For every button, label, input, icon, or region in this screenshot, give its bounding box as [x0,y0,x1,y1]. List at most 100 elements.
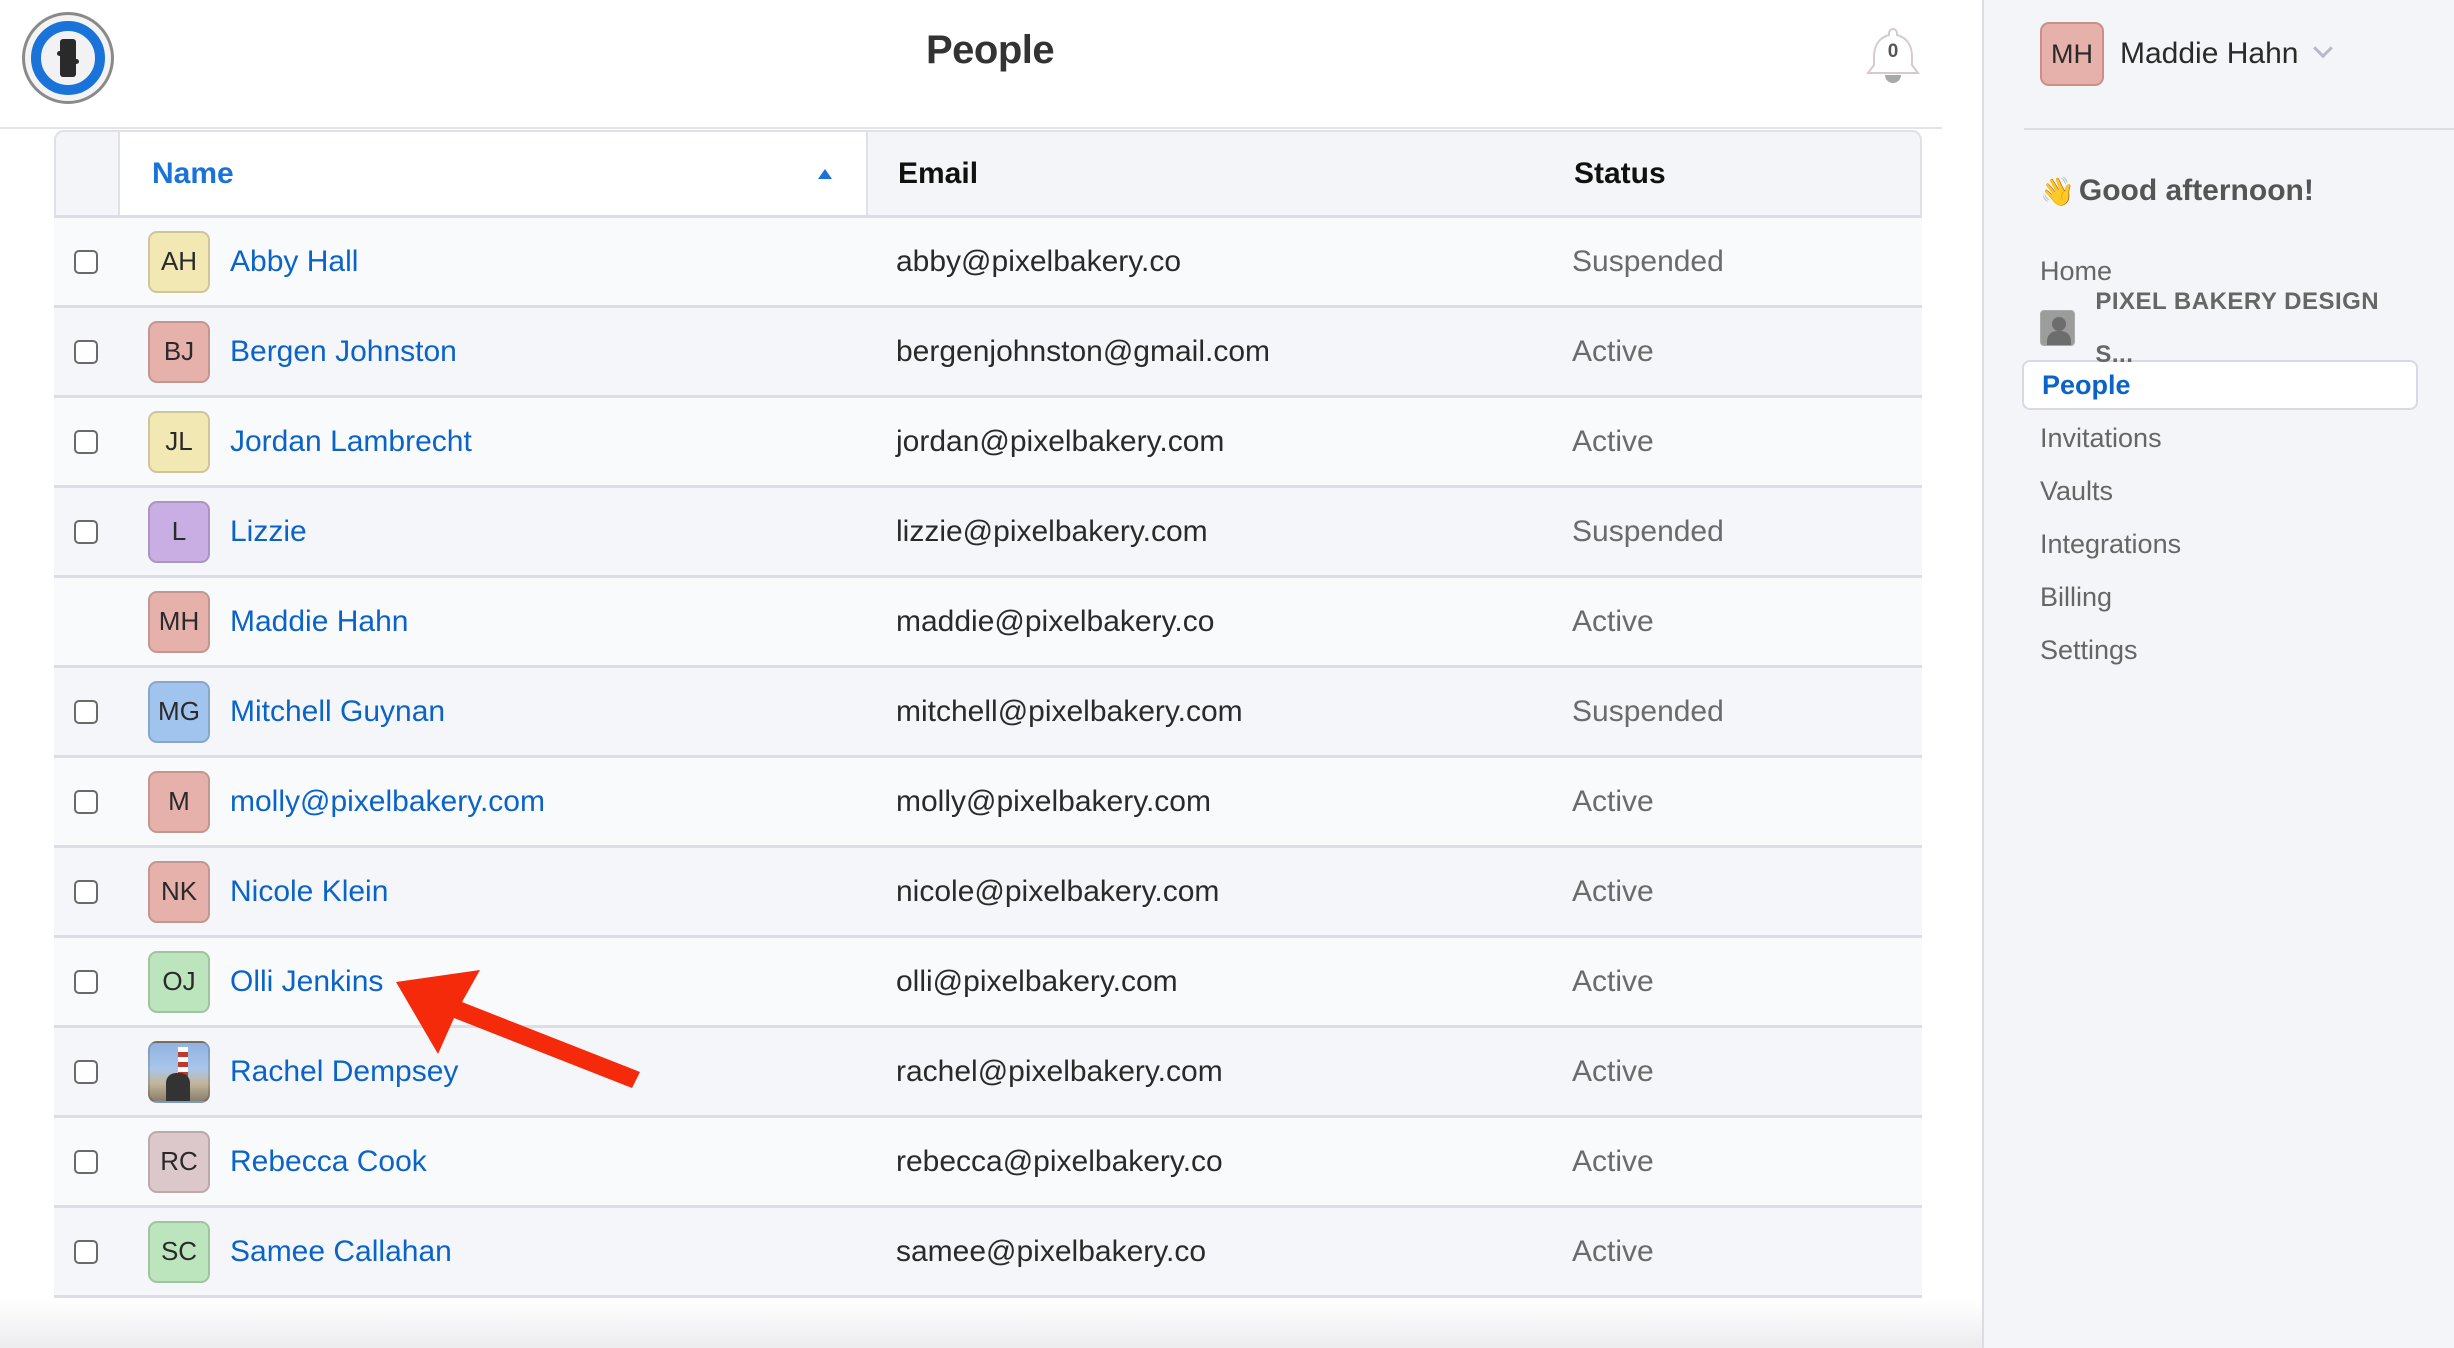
email-cell: lizzie@pixelbakery.com [896,514,1208,548]
sidebar-nav: Home PIXEL BAKERY DESIGN S... People Invita… [2022,245,2418,677]
person-name-link[interactable]: Rebecca Cook [230,1145,427,1179]
waving-hand-icon: 👋 [2040,175,2075,207]
person-name-link[interactable]: Lizzie [230,515,307,549]
row-checkbox[interactable] [74,249,98,274]
select-cell [54,1149,118,1174]
org-name: PIXEL BAKERY DESIGN S... [2095,288,2380,368]
avatar: L [148,500,210,563]
person-name-link[interactable]: Abby Hall [230,245,358,279]
table-body: AH Abby Hall abby@pixelbakery.co Suspend… [54,218,1922,1298]
row-checkbox[interactable] [74,699,98,724]
select-cell [54,429,118,454]
select-cell [54,1239,118,1264]
name-column-header[interactable]: Name [120,132,868,215]
email-cell: mitchell@pixelbakery.com [896,694,1243,728]
sidebar-item-invitations[interactable]: Invitations [2022,412,2418,465]
divider [2024,128,2454,130]
row-checkbox[interactable] [74,519,98,544]
table-header: Name Email Status [54,130,1922,218]
avatar-photo [148,1040,210,1103]
avatar: M [148,770,210,833]
select-cell [54,969,118,994]
person-name-link[interactable]: Bergen Johnston [230,335,457,369]
status-cell: Active [1572,1054,1654,1088]
select-cell [54,249,118,274]
1password-logo-icon[interactable] [22,12,114,104]
row-checkbox[interactable] [74,1059,98,1084]
user-menu[interactable]: MH Maddie Hahn [2040,22,2334,86]
avatar: BJ [148,320,210,383]
status-column-header[interactable]: Status [1574,132,1920,215]
sidebar-org-header[interactable]: PIXEL BAKERY DESIGN S... [2022,288,2418,368]
row-checkbox[interactable] [74,1239,98,1264]
select-cell [54,879,118,904]
name-cell: BJ Bergen Johnston [118,320,866,383]
notifications-button[interactable]: 0 [1864,25,1922,85]
email-column-header[interactable]: Email [868,132,1574,215]
name-cell: L Lizzie [118,500,866,563]
status-cell: Active [1572,1144,1654,1178]
avatar: RC [148,1130,210,1193]
status-cell: Active [1572,1234,1654,1268]
table-row: AH Abby Hall abby@pixelbakery.co Suspend… [54,218,1922,308]
name-cell: AH Abby Hall [118,230,866,293]
people-table: Name Email Status AH Abby Hall abby@pixe… [54,130,1922,1298]
status-cell: Suspended [1572,244,1724,278]
email-cell: olli@pixelbakery.com [896,964,1178,998]
table-row: MG Mitchell Guynan mitchell@pixelbakery.… [54,668,1922,758]
page-title: People [926,28,1055,72]
select-cell [54,699,118,724]
name-cell: OJ Olli Jenkins [118,950,866,1013]
name-cell: M molly@pixelbakery.com [118,770,866,833]
sidebar-item-vaults[interactable]: Vaults [2022,465,2418,518]
greeting: 👋 Good afternoon! [2040,174,2314,208]
email-cell: molly@pixelbakery.com [896,784,1211,818]
select-cell [54,519,118,544]
name-cell: JL Jordan Lambrecht [118,410,866,473]
status-cell: Suspended [1572,514,1724,548]
sidebar: MH Maddie Hahn 👋 Good afternoon! Home PIX… [1982,0,2454,1348]
row-checkbox[interactable] [74,429,98,454]
sidebar-item-billing[interactable]: Billing [2022,571,2418,624]
email-cell: abby@pixelbakery.co [896,244,1182,278]
notification-count: 0 [1887,41,1899,62]
email-cell: maddie@pixelbakery.co [896,604,1215,638]
row-checkbox[interactable] [74,1149,98,1174]
greeting-text: Good afternoon! [2078,174,2314,207]
status-cell: Active [1572,874,1654,908]
person-name-link[interactable]: Rachel Dempsey [230,1055,458,1089]
team-icon [2040,310,2076,346]
status-cell: Active [1572,784,1654,818]
avatar: OJ [148,950,210,1013]
row-checkbox[interactable] [74,879,98,904]
name-cell: Rachel Dempsey [118,1040,866,1103]
row-checkbox[interactable] [74,969,98,994]
person-name-link[interactable]: Olli Jenkins [230,965,383,999]
status-cell: Active [1572,334,1654,368]
person-name-link[interactable]: Nicole Klein [230,875,388,909]
row-checkbox[interactable] [74,789,98,814]
select-cell [54,1059,118,1084]
status-cell: Active [1572,964,1654,998]
email-cell: rachel@pixelbakery.com [896,1054,1223,1088]
person-name-link[interactable]: Maddie Hahn [230,605,408,639]
name-cell: NK Nicole Klein [118,860,866,923]
select-cell [54,339,118,364]
email-cell: nicole@pixelbakery.com [896,874,1220,908]
email-cell: samee@pixelbakery.co [896,1234,1207,1268]
table-row: RC Rebecca Cook rebecca@pixelbakery.co A… [54,1118,1922,1208]
person-name-link[interactable]: Mitchell Guynan [230,695,445,729]
sidebar-item-settings[interactable]: Settings [2022,624,2418,677]
name-column-label: Name [152,156,234,190]
user-avatar: MH [2040,22,2104,86]
person-name-link[interactable]: Jordan Lambrecht [230,425,472,459]
person-name-link[interactable]: Samee Callahan [230,1235,452,1269]
user-name: Maddie Hahn [2120,37,2299,70]
person-name-link[interactable]: molly@pixelbakery.com [230,785,545,819]
sidebar-item-integrations[interactable]: Integrations [2022,518,2418,571]
name-cell: MH Maddie Hahn [118,590,866,653]
table-row: SC Samee Callahan samee@pixelbakery.co A… [54,1208,1922,1298]
table-row: L Lizzie lizzie@pixelbakery.com Suspende… [54,488,1922,578]
row-checkbox[interactable] [74,339,98,364]
table-row: M molly@pixelbakery.com molly@pixelbaker… [54,758,1922,848]
